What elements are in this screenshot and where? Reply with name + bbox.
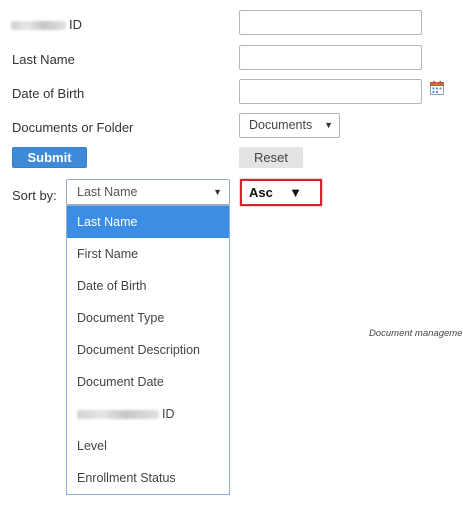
date-of-birth-input[interactable] [239,79,422,104]
sort-by-label: Sort by: [12,188,57,203]
sort-direction-select[interactable]: Asc ▼ [240,179,322,206]
sort-option-first-name[interactable]: First Name [67,238,229,270]
reset-button[interactable]: Reset [239,147,303,168]
sort-field-select[interactable]: Last Name ▼ [66,179,230,205]
footer-text: Document manageme [369,328,463,339]
sort-option-enrollment-status[interactable]: Enrollment Status [67,462,229,494]
last-name-label: Last Name [12,52,75,67]
id-field-label: ID [11,17,82,32]
sort-option-document-description[interactable]: Document Description [67,334,229,366]
date-of-birth-label: Date of Birth [12,86,85,101]
sort-option-id[interactable]: ID [67,398,229,430]
id-input[interactable] [239,10,422,35]
sort-option-document-date[interactable]: Document Date [67,366,229,398]
documents-or-folder-select[interactable]: Documents ▼ [239,113,340,138]
redacted-text [77,410,159,420]
last-name-input[interactable] [239,45,422,70]
chevron-down-icon: ▼ [213,187,222,197]
chevron-down-icon: ▼ [289,185,302,200]
documents-or-folder-label: Documents or Folder [12,120,134,135]
documents-or-folder-value: Documents [249,118,313,132]
submit-button[interactable]: Submit [12,147,87,168]
sort-option-date-of-birth[interactable]: Date of Birth [67,270,229,302]
sort-field-value: Last Name [77,185,138,199]
sort-option-last-name[interactable]: Last Name [67,206,229,238]
sort-field-dropdown: Last Name First Name Date of Birth Docum… [66,205,230,495]
redacted-text [11,21,66,31]
sort-option-level[interactable]: Level [67,430,229,462]
sort-option-document-type[interactable]: Document Type [67,302,229,334]
calendar-icon[interactable] [430,81,444,98]
sort-direction-value: Asc [249,185,273,200]
chevron-down-icon: ▼ [324,120,333,130]
